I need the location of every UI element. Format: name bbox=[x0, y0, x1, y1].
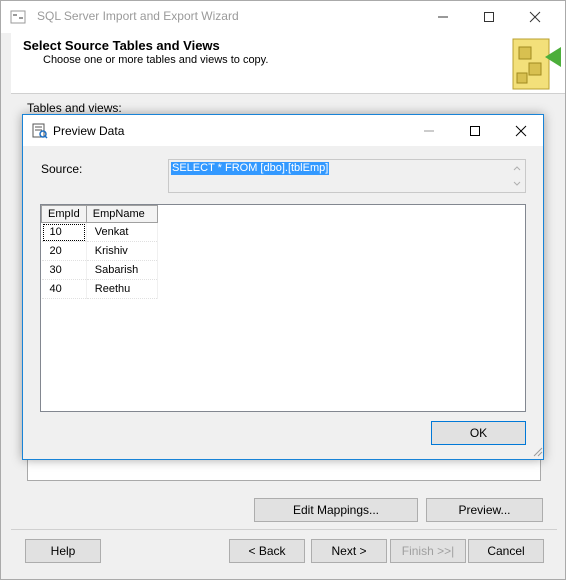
scroll-arrows-icon[interactable] bbox=[511, 162, 523, 190]
dialog-minimize-button[interactable] bbox=[407, 115, 451, 146]
table-row[interactable]: 40 Reethu bbox=[41, 279, 158, 299]
preview-button[interactable]: Preview... bbox=[426, 498, 543, 522]
header-divider bbox=[11, 93, 565, 94]
minimize-icon bbox=[424, 130, 434, 131]
dialog-title: Preview Data bbox=[53, 124, 125, 138]
close-button[interactable] bbox=[513, 1, 557, 33]
resize-grip-icon[interactable] bbox=[531, 445, 543, 457]
cancel-button[interactable]: Cancel bbox=[468, 539, 544, 563]
source-query-box[interactable]: SELECT * FROM [dbo].[tblEmp] bbox=[168, 159, 526, 193]
cell-empname[interactable]: Venkat bbox=[86, 222, 158, 242]
maximize-icon bbox=[484, 12, 494, 22]
minimize-button[interactable] bbox=[421, 1, 465, 33]
page-subtitle: Choose one or more tables and views to c… bbox=[43, 54, 269, 66]
cell-empid[interactable]: 40 bbox=[41, 279, 87, 299]
data-table: EmpId EmpName 10 Venkat 20 Krishiv 30 Sa… bbox=[41, 205, 158, 299]
page-title: Select Source Tables and Views bbox=[23, 38, 220, 53]
dialog-maximize-button[interactable] bbox=[453, 115, 497, 146]
preview-data-grid[interactable]: EmpId EmpName 10 Venkat 20 Krishiv 30 Sa… bbox=[40, 204, 526, 412]
cell-empname[interactable]: Reethu bbox=[86, 279, 158, 299]
cell-empid[interactable]: 10 bbox=[41, 222, 87, 242]
next-button[interactable]: Next > bbox=[311, 539, 387, 563]
close-icon bbox=[529, 11, 541, 23]
source-query-text: SELECT * FROM [dbo].[tblEmp] bbox=[171, 162, 330, 175]
tables-views-label: Tables and views: bbox=[27, 101, 122, 115]
edit-mappings-button[interactable]: Edit Mappings... bbox=[254, 498, 418, 522]
cell-empname[interactable]: Sabarish bbox=[86, 260, 158, 280]
wizard-header: Select Source Tables and Views Choose on… bbox=[11, 33, 565, 93]
cell-empname[interactable]: Krishiv bbox=[86, 241, 158, 261]
column-header-empname[interactable]: EmpName bbox=[85, 205, 158, 223]
dialog-titlebar[interactable]: Preview Data bbox=[23, 115, 543, 146]
wizard-header-icon bbox=[512, 38, 561, 90]
minimize-icon bbox=[438, 16, 448, 18]
cell-empid[interactable]: 20 bbox=[41, 241, 87, 261]
ok-button[interactable]: OK bbox=[431, 421, 526, 445]
back-button[interactable]: < Back bbox=[229, 539, 305, 563]
finish-button[interactable]: Finish >>| bbox=[390, 539, 466, 563]
wizard-title: SQL Server Import and Export Wizard bbox=[37, 9, 239, 23]
table-row[interactable]: 20 Krishiv bbox=[41, 241, 158, 261]
wizard-app-icon bbox=[10, 10, 26, 24]
footer-divider bbox=[11, 529, 557, 530]
maximize-icon bbox=[470, 125, 480, 136]
source-label: Source: bbox=[41, 162, 83, 176]
dialog-close-button[interactable] bbox=[499, 115, 543, 146]
table-row[interactable]: 10 Venkat bbox=[41, 222, 158, 242]
preview-data-dialog: Preview Data Source: SELECT * FROM [dbo]… bbox=[22, 114, 544, 460]
help-button[interactable]: Help bbox=[25, 539, 101, 563]
maximize-button[interactable] bbox=[467, 1, 511, 33]
close-icon bbox=[515, 125, 527, 136]
column-header-empid[interactable]: EmpId bbox=[41, 205, 87, 223]
wizard-titlebar[interactable]: SQL Server Import and Export Wizard bbox=[1, 1, 565, 33]
dialog-app-icon bbox=[32, 123, 48, 139]
table-row[interactable]: 30 Sabarish bbox=[41, 260, 158, 280]
cell-empid[interactable]: 30 bbox=[41, 260, 87, 280]
